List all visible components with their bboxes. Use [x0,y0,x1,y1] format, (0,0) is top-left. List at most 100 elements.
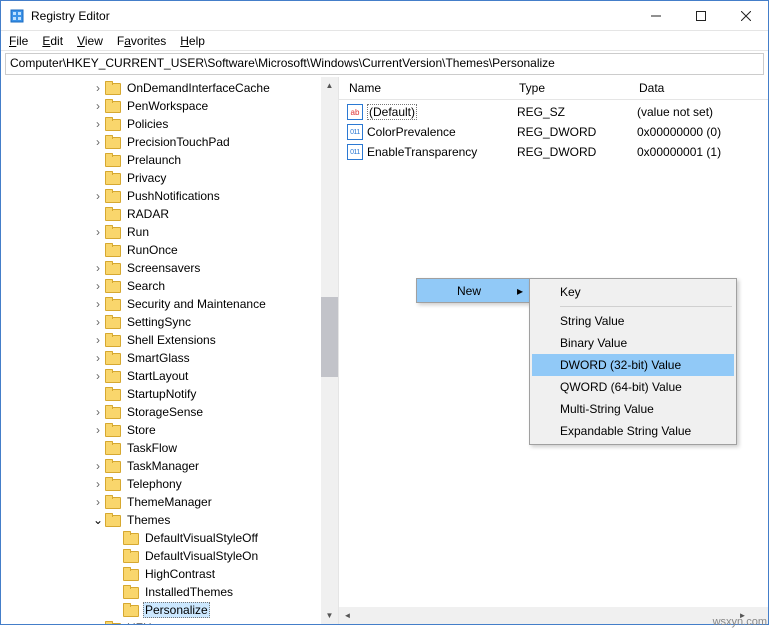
folder-icon [105,189,121,203]
menu-view[interactable]: View [77,34,103,48]
scroll-up-button[interactable]: ▲ [321,77,338,94]
context-item[interactable]: Key [532,281,734,303]
tree-label: Policies [125,117,170,131]
list-row[interactable]: ab(Default)REG_SZ(value not set) [339,102,768,122]
folder-icon [105,459,121,473]
folder-icon [105,225,121,239]
menu-help[interactable]: Help [180,34,205,48]
context-item[interactable]: QWORD (64-bit) Value [532,376,734,398]
tree-expander-icon[interactable]: › [91,369,105,383]
tree-expander-icon[interactable]: › [91,279,105,293]
tree-item[interactable]: ›SettingSync [1,313,338,331]
tree-item[interactable]: ›UFH [1,619,338,624]
context-menu-new: New ▸ [416,278,530,303]
window: Registry Editor File Edit View Favorites… [0,0,769,625]
folder-icon [105,387,121,401]
context-new-item[interactable]: New ▸ [417,279,529,302]
scroll-down-button[interactable]: ▼ [321,607,338,624]
list-row[interactable]: 011EnableTransparencyREG_DWORD0x00000001… [339,142,768,162]
tree-item[interactable]: ›Telephony [1,475,338,493]
tree-item[interactable]: ›OnDemandInterfaceCache [1,79,338,97]
tree-item[interactable]: › Policies [1,115,338,133]
address-bar[interactable]: Computer\HKEY_CURRENT_USER\Software\Micr… [5,53,764,75]
scroll-thumb[interactable] [321,297,338,377]
tree-expander-icon[interactable]: › [91,99,105,113]
tree-expander-icon[interactable]: › [91,405,105,419]
window-title: Registry Editor [31,9,633,23]
tree-item[interactable]: ›DefaultVisualStyleOff [1,529,338,547]
tree-expander-icon[interactable]: › [91,297,105,311]
tree-item[interactable]: ›TaskFlow [1,439,338,457]
value-name: EnableTransparency [367,145,517,159]
context-item[interactable]: Multi-String Value [532,398,734,420]
tree-pane[interactable]: ›OnDemandInterfaceCache›PenWorkspace›Pol… [1,77,339,624]
tree-item[interactable]: ›Screensavers [1,259,338,277]
app-icon [9,8,25,24]
tree-item[interactable]: ›Personalize [1,601,338,619]
close-button[interactable] [723,1,768,30]
tree-expander-icon[interactable]: › [91,315,105,329]
tree-item[interactable]: ›Privacy [1,169,338,187]
folder-icon [105,621,121,624]
tree-item[interactable]: ›Shell Extensions [1,331,338,349]
tree-item[interactable]: ›PushNotifications [1,187,338,205]
submenu-arrow-icon: ▸ [511,284,529,298]
tree-expander-icon[interactable]: › [91,459,105,473]
tree-expander-icon[interactable]: › [91,423,105,437]
tree-item[interactable]: ›StartupNotify [1,385,338,403]
tree-item[interactable]: ›Prelaunch [1,151,338,169]
tree-scrollbar[interactable]: ▲ ▼ [321,77,338,624]
tree-expander-icon[interactable]: › [91,135,105,149]
tree-item[interactable]: ›Store [1,421,338,439]
tree-item[interactable]: ›InstalledThemes [1,583,338,601]
col-data[interactable]: Data [637,77,737,99]
tree-item[interactable]: ›HighContrast [1,565,338,583]
tree-expander-icon[interactable]: › [91,477,105,491]
menu-file[interactable]: File [9,34,28,48]
list-hscrollbar[interactable]: ◄ ► [339,607,751,624]
tree-expander-icon[interactable]: ⌄ [91,513,105,527]
tree-expander-icon[interactable]: › [91,117,105,131]
tree-item[interactable]: ›DefaultVisualStyleOn [1,547,338,565]
tree-item[interactable]: ›StorageSense [1,403,338,421]
tree-item[interactable]: ›Search [1,277,338,295]
watermark: wsxyn.com [713,616,767,628]
tree-item[interactable]: ›TaskManager [1,457,338,475]
maximize-button[interactable] [678,1,723,30]
context-item[interactable]: String Value [532,310,734,332]
folder-icon [105,297,121,311]
tree-expander-icon[interactable]: › [91,225,105,239]
tree-item[interactable]: ›RADAR [1,205,338,223]
tree-item[interactable]: ›SmartGlass [1,349,338,367]
tree-item[interactable]: ›PenWorkspace [1,97,338,115]
folder-icon [105,477,121,491]
tree-expander-icon[interactable]: › [91,189,105,203]
tree-item[interactable]: ›RunOnce [1,241,338,259]
list-row[interactable]: 011ColorPrevalenceREG_DWORD0x00000000 (0… [339,122,768,142]
tree-expander-icon[interactable]: › [91,351,105,365]
tree-expander-icon[interactable]: › [91,621,105,624]
tree-label: Security and Maintenance [125,297,268,311]
tree-item[interactable]: ⌄Themes [1,511,338,529]
tree-item[interactable]: ›ThemeManager [1,493,338,511]
tree-item[interactable]: ›StartLayout [1,367,338,385]
context-item[interactable]: Binary Value [532,332,734,354]
context-item[interactable]: Expandable String Value [532,420,734,442]
tree-expander-icon[interactable]: › [91,81,105,95]
folder-icon [105,405,121,419]
minimize-button[interactable] [633,1,678,30]
tree-item[interactable]: › Security and Maintenance [1,295,338,313]
menu-favorites[interactable]: Favorites [117,34,166,48]
folder-icon [123,585,139,599]
col-type[interactable]: Type [517,77,637,99]
tree-expander-icon[interactable]: › [91,495,105,509]
context-item[interactable]: DWORD (32-bit) Value [532,354,734,376]
tree-expander-icon[interactable]: › [91,333,105,347]
tree-item[interactable]: ›Run [1,223,338,241]
tree-expander-icon[interactable]: › [91,261,105,275]
scroll-left-button[interactable]: ◄ [339,607,356,624]
tree-item[interactable]: ›PrecisionTouchPad [1,133,338,151]
col-name[interactable]: Name [347,77,517,99]
menu-edit[interactable]: Edit [42,34,63,48]
folder-icon [105,207,121,221]
